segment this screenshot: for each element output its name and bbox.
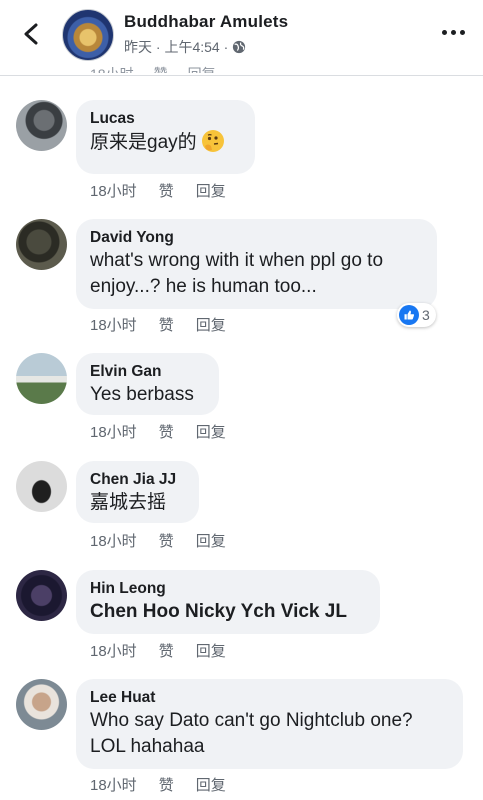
thumbs-up-icon — [399, 305, 419, 325]
reaction-count[interactable]: 3 — [397, 303, 436, 327]
comment-bubble: Hin Leong Chen Hoo Nicky Ych Vick JL — [76, 570, 380, 634]
reply-button[interactable]: 回复 — [196, 421, 226, 442]
like-button[interactable]: 赞 — [159, 180, 174, 201]
thinking-face-icon — [201, 130, 224, 152]
comment-time: 18小时 — [90, 317, 137, 334]
comment-text: what's wrong with it when ppl go to enjo… — [90, 250, 384, 297]
reply-button[interactable]: 回复 — [196, 640, 226, 661]
comment-actions: 18小时 赞 回复 — [90, 180, 248, 201]
comment-text: 嘉城去摇 — [90, 492, 167, 513]
reply-button[interactable]: 回复 — [196, 774, 226, 795]
post-time: 昨天 · 上午4:54 · — [124, 39, 229, 55]
avatar[interactable] — [16, 570, 67, 621]
comment-text: Who say Dato can't go Nightclub one? LOL… — [90, 710, 413, 757]
like-button[interactable]: 赞 — [159, 774, 174, 795]
comment-bubble: Lucas 原来是gay的 — [76, 100, 255, 174]
more-options-icon[interactable] — [442, 30, 465, 35]
globe-icon — [233, 40, 246, 54]
commenter-name[interactable]: Elvin Gan — [90, 362, 205, 382]
header: Buddhabar Amulets 昨天 · 上午4:54 · 18小时 赞 回… — [0, 0, 483, 76]
comment-time: 18小时 — [90, 533, 137, 550]
comment-time: 18小时 — [90, 424, 137, 441]
comment-actions: 18小时 赞 回复 — [90, 640, 248, 661]
commenter-name[interactable]: Lee Huat — [90, 688, 449, 708]
avatar[interactable] — [16, 679, 67, 730]
like-button[interactable]: 赞 — [159, 314, 174, 335]
commenter-name[interactable]: Hin Leong — [90, 579, 366, 599]
comment-text[interactable]: Chen Hoo Nicky Ych Vick JL — [90, 599, 366, 625]
comment-bubble: Chen Jia JJ 嘉城去摇 — [76, 461, 199, 523]
avatar[interactable] — [16, 100, 67, 151]
comment-text: 原来是gay的 — [90, 132, 197, 153]
commenter-name[interactable]: Chen Jia JJ — [90, 470, 185, 490]
back-arrow-icon[interactable] — [20, 22, 44, 46]
comment-text: Yes berbass — [90, 384, 194, 405]
comment-bubble: Lee Huat Who say Dato can't go Nightclub… — [76, 679, 463, 769]
page-avatar[interactable] — [62, 9, 114, 61]
comment-actions: 18小时 赞 回复 — [90, 774, 248, 795]
commenter-name[interactable]: Lucas — [90, 109, 241, 129]
comment-bubble: Elvin Gan Yes berbass — [76, 353, 219, 415]
comment-time: 18小时 — [90, 777, 137, 794]
comment-time: 18小时 — [90, 643, 137, 660]
comment-actions: 18小时 赞 回复 — [90, 530, 248, 551]
comment-actions: 18小时 赞 回复 — [90, 421, 248, 442]
like-button[interactable]: 赞 — [159, 421, 174, 442]
reply-button[interactable]: 回复 — [196, 180, 226, 201]
reaction-total: 3 — [422, 307, 430, 323]
commenter-name[interactable]: David Yong — [90, 228, 423, 248]
comment-time: 18小时 — [90, 183, 137, 200]
comment-bubble: David Yong what's wrong with it when ppl… — [76, 219, 437, 309]
like-button[interactable]: 赞 — [159, 640, 174, 661]
reply-button[interactable]: 回复 — [196, 314, 226, 335]
reply-button[interactable]: 回复 — [196, 530, 226, 551]
page-title[interactable]: Buddhabar Amulets — [124, 12, 288, 32]
avatar[interactable] — [16, 219, 67, 270]
partial-comment-actions: 18小时 赞 回复 — [90, 66, 216, 82]
like-button[interactable]: 赞 — [159, 530, 174, 551]
avatar[interactable] — [16, 461, 67, 512]
post-meta: 昨天 · 上午4:54 · — [124, 37, 246, 57]
avatar[interactable] — [16, 353, 67, 404]
comment-actions: 18小时 赞 回复 — [90, 314, 248, 335]
